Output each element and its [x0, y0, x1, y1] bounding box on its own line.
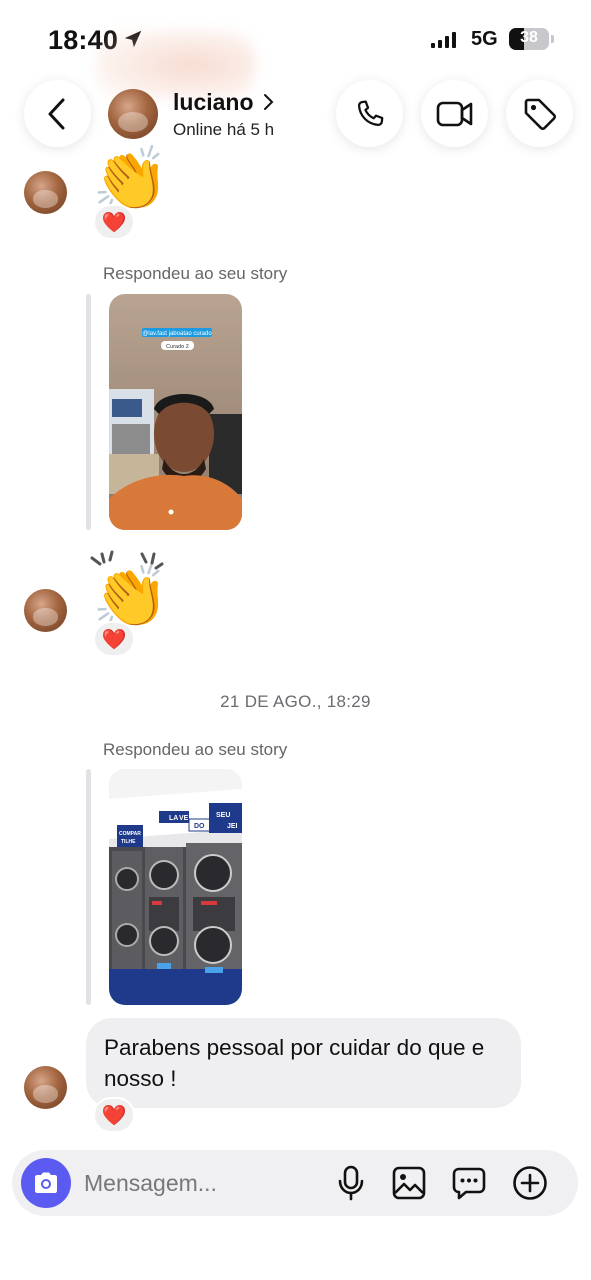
chat-bubble-icon [452, 1167, 486, 1200]
reaction-badge[interactable]: ❤️ [93, 621, 135, 657]
sign-word: LA [169, 815, 178, 822]
microphone-button[interactable] [332, 1164, 370, 1202]
sign-word: JEI [227, 823, 238, 830]
status-bar: 18:40 5G 38 [0, 0, 591, 70]
microphone-icon [338, 1165, 364, 1201]
reply-quote-bar [86, 294, 91, 530]
story-location-tag: Curado 2 [166, 344, 189, 350]
sign-word: TILHE [121, 839, 136, 845]
sender-avatar[interactable] [24, 171, 67, 214]
message-input[interactable] [84, 1163, 324, 1203]
message-text: Parabens pessoal por cuidar do que e nos… [104, 1035, 485, 1091]
story-image: @lav.fast jaboatao curado Curado 2 [109, 294, 242, 530]
reaction-badge[interactable]: ❤️ [93, 204, 135, 240]
battery-level: 38 [520, 29, 538, 46]
camera-icon [35, 1172, 57, 1193]
network-type: 5G [471, 28, 498, 50]
message-composer [12, 1150, 578, 1216]
add-button[interactable] [511, 1164, 549, 1202]
sign-word: DO [194, 823, 205, 830]
story-thumbnail[interactable]: @lav.fast jaboatao curado Curado 2 [109, 294, 242, 530]
video-call-button[interactable] [421, 80, 488, 147]
story-thumbnail[interactable]: LA VE DO SEU JEI COMPAR TILHE [109, 769, 242, 1005]
image-icon [392, 1166, 426, 1200]
cellular-signal-icon [431, 30, 456, 48]
label-button[interactable] [506, 80, 573, 147]
sign-word: VE [179, 815, 189, 822]
chevron-left-icon [48, 98, 64, 129]
battery-tip [551, 35, 554, 43]
chevron-right-icon [263, 94, 273, 110]
plus-circle-icon [513, 1166, 547, 1200]
video-camera-icon [436, 101, 472, 126]
tag-icon [524, 98, 556, 130]
story-overlay-text: @lav.fast jaboatao curado [142, 331, 212, 337]
emoji-message[interactable]: 👏 [92, 148, 169, 210]
chat-username: luciano [173, 88, 254, 115]
sender-avatar[interactable] [24, 1066, 67, 1109]
phone-icon [357, 100, 383, 126]
avatar [108, 89, 158, 139]
voice-call-button[interactable] [336, 80, 403, 147]
chat-header-user[interactable]: luciano Online há 5 h [108, 88, 274, 140]
sign-word: COMPAR [119, 831, 141, 837]
gallery-button[interactable] [390, 1164, 428, 1202]
story-reply-label: Respondeu ao seu story [103, 264, 288, 283]
story-reply-label: Respondeu ao seu story [103, 740, 288, 759]
presence-status: Online há 5 h [173, 119, 275, 139]
sender-avatar[interactable] [24, 589, 67, 632]
battery-icon: 38 [509, 28, 549, 50]
sparkle-lines-icon [90, 550, 164, 570]
date-separator: 21 DE AGO., 18:29 [220, 692, 371, 711]
camera-button[interactable] [21, 1158, 71, 1208]
story-image: LA VE DO SEU JEI COMPAR TILHE [109, 769, 242, 1005]
back-button[interactable] [24, 80, 91, 147]
sticker-button[interactable] [450, 1164, 488, 1202]
reply-quote-bar [86, 769, 91, 1005]
reaction-badge[interactable]: ❤️ [93, 1097, 135, 1133]
sign-word: SEU [216, 812, 230, 819]
message-bubble[interactable]: Parabens pessoal por cuidar do que e nos… [86, 1018, 521, 1108]
